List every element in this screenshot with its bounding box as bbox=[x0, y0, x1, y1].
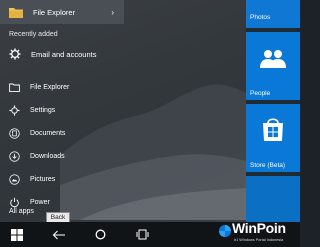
downloads-icon bbox=[9, 151, 20, 162]
back-icon bbox=[52, 230, 65, 239]
search-button[interactable] bbox=[86, 222, 114, 247]
folder-icon bbox=[9, 8, 23, 18]
nav-item-settings[interactable]: Settings bbox=[0, 99, 124, 122]
gear-icon bbox=[9, 48, 21, 60]
pinned-file-explorer-label: File Explorer bbox=[33, 7, 76, 17]
task-view-button[interactable] bbox=[128, 222, 156, 247]
tile-label: Store (Beta) bbox=[250, 162, 286, 169]
start-button[interactable] bbox=[0, 222, 33, 247]
nav-item-pictures[interactable]: Pictures bbox=[0, 168, 124, 191]
recently-added-heading: Recently added bbox=[9, 31, 58, 38]
gear-icon bbox=[9, 105, 20, 116]
nav-item-downloads[interactable]: Downloads bbox=[0, 145, 124, 168]
nav-item-label: Documents bbox=[30, 130, 66, 137]
store-icon bbox=[263, 118, 283, 141]
start-icon bbox=[10, 228, 23, 241]
winpoin-logo-icon bbox=[219, 225, 231, 237]
screen: File Explorer › Recently added Email and… bbox=[0, 0, 300, 247]
pictures-icon bbox=[9, 174, 20, 185]
recent-item-label: Email and accounts bbox=[31, 49, 97, 59]
nav-item-label: File Explorer bbox=[30, 84, 70, 91]
people-icon bbox=[260, 50, 286, 68]
nav-item-label: Pictures bbox=[30, 176, 56, 183]
tile-people[interactable]: People bbox=[246, 32, 300, 100]
nav-item-label: Settings bbox=[30, 107, 56, 114]
tile-area: Photos People Store (Beta) bbox=[246, 0, 300, 222]
all-apps-button[interactable]: All apps bbox=[0, 203, 34, 219]
start-nav: File Explorer Settings Documents Downloa… bbox=[0, 76, 124, 214]
nav-item-label: Downloads bbox=[30, 153, 65, 160]
pinned-file-explorer[interactable]: File Explorer › bbox=[0, 0, 124, 24]
documents-icon bbox=[9, 128, 20, 139]
tile-blank[interactable] bbox=[246, 176, 300, 222]
recent-item-email-and-accounts[interactable]: Email and accounts bbox=[0, 44, 124, 64]
nav-item-documents[interactable]: Documents bbox=[0, 122, 124, 145]
task-view-icon bbox=[136, 229, 148, 240]
all-apps-label: All apps bbox=[9, 207, 34, 215]
back-button[interactable] bbox=[40, 222, 78, 247]
tile-photos[interactable]: Photos bbox=[246, 0, 300, 28]
search-icon bbox=[95, 229, 105, 240]
folder-icon bbox=[9, 83, 20, 93]
tile-store[interactable]: Store (Beta) bbox=[246, 104, 300, 172]
nav-item-file-explorer[interactable]: File Explorer bbox=[0, 76, 124, 99]
tile-label: People bbox=[250, 90, 271, 97]
chevron-right-icon[interactable]: › bbox=[111, 8, 114, 17]
watermark-brand: WinPoin bbox=[232, 220, 286, 236]
start-menu-left-pane: File Explorer › Recently added Email and… bbox=[0, 0, 250, 222]
watermark-tagline: #1 Windows Portal Indonesia bbox=[234, 238, 284, 242]
winpoin-watermark: WinPoin #1 Windows Portal Indonesia bbox=[212, 218, 300, 247]
tile-label: Photos bbox=[250, 14, 271, 21]
